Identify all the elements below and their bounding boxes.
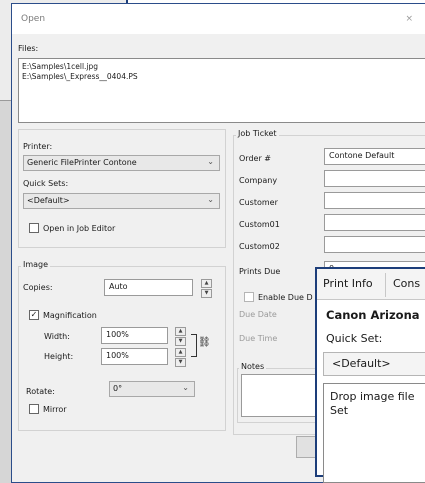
panel-tab-row: Print Info Cons [317,269,425,300]
customer-input[interactable] [324,192,425,209]
due-date-label: Due Date [239,310,277,319]
copies-input[interactable]: Auto [104,279,193,296]
custom01-label: Custom01 [239,220,280,229]
custom02-label: Custom02 [239,242,280,251]
printer-select-value: Generic FilePrinter Contone [27,158,137,167]
height-stepper[interactable]: ▲ ▼ [175,348,186,367]
printer-select[interactable]: Generic FilePrinter Contone ⌄ [23,155,220,171]
prints-due-label: Prints Due [239,267,281,276]
company-input[interactable] [324,170,425,187]
open-in-editor-label: Open in Job Editor [43,224,116,233]
quick-sets-value: <Default> [27,196,70,205]
customer-label: Customer [239,198,278,207]
order-input[interactable]: Contone Default [324,148,425,165]
mirror-checkbox[interactable] [29,404,39,414]
tab-cons[interactable]: Cons [393,277,420,290]
close-icon[interactable]: × [405,14,413,24]
company-label: Company [239,176,278,185]
mirror-label: Mirror [43,405,67,414]
due-time-label: Due Time [239,334,278,343]
enable-due-label: Enable Due D [258,293,313,302]
rotate-select[interactable]: 0° ⌄ [109,381,195,397]
rotate-value: 0° [113,384,123,393]
drop-zone[interactable]: Drop image file Set [323,383,425,483]
open-in-editor-checkbox[interactable] [29,223,39,233]
chevron-down-icon: ⌄ [207,195,214,204]
image-group-title: Image [21,260,51,269]
drop-zone-text-2: Set [330,404,349,417]
files-list[interactable]: E:\Samples\1cell.jpg E:\Samples\_Express… [18,58,425,123]
width-label: Width: [44,332,70,341]
copies-label: Copies: [23,283,53,292]
file-item[interactable]: E:\Samples\_Express__0404.PS [22,72,138,81]
copies-stepper[interactable]: ▲ ▼ [201,279,212,298]
enable-due-checkbox[interactable] [244,292,254,302]
width-input[interactable]: 100% [101,327,168,344]
rotate-label: Rotate: [26,387,55,396]
custom01-input[interactable] [324,214,425,231]
job-ticket-title: Job Ticket [236,129,279,138]
height-value: 100% [106,351,129,360]
tab-print-info[interactable]: Print Info [323,277,373,290]
chain-link-icon[interactable]: ⛓ [198,337,211,348]
print-info-panel: Print Info Cons Canon Arizona Quick Set:… [315,267,425,483]
tab-separator [385,273,386,297]
notes-label: Notes [239,362,267,371]
files-label: Files: [18,44,39,53]
height-label: Height: [44,352,74,361]
width-value: 100% [106,330,129,339]
quick-sets-label: Quick Sets: [23,179,69,188]
drop-zone-text: Drop image file [330,390,415,403]
printer-name: Canon Arizona [326,308,420,322]
chevron-down-icon: ⌄ [207,157,214,166]
order-value: Contone Default [329,151,395,160]
copies-value: Auto [109,282,128,291]
file-item[interactable]: E:\Samples\1cell.jpg [22,62,98,71]
quick-set-label: Quick Set: [326,332,383,345]
printer-label: Printer: [23,142,53,151]
magnification-checkbox[interactable]: ✓ [29,310,39,320]
height-input[interactable]: 100% [101,348,168,365]
quick-set-select[interactable]: <Default> [323,352,425,376]
dialog-title: Open [21,14,46,24]
magnification-label: Magnification [43,311,97,320]
aspect-bracket [191,334,197,357]
quick-set-value: <Default> [332,357,391,370]
width-stepper[interactable]: ▲ ▼ [175,327,186,346]
chevron-down-icon: ⌄ [182,383,189,392]
order-label: Order # [239,154,271,163]
custom02-input[interactable] [324,236,425,253]
quick-sets-select[interactable]: <Default> ⌄ [23,193,220,209]
title-bar[interactable]: Open × [12,4,425,34]
